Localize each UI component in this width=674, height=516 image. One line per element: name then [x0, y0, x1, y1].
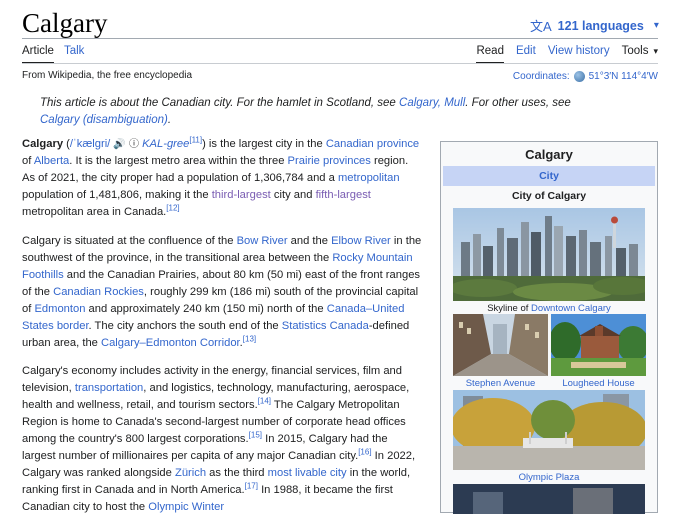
page-title: Calgary	[22, 8, 108, 38]
speaker-icon[interactable]: 🔊	[113, 139, 125, 150]
image-stephen-avenue[interactable]	[453, 314, 548, 376]
languages-button[interactable]: 文A 121 languages ▾	[530, 16, 659, 35]
article-subject: Calgary	[22, 138, 64, 150]
link-calgary-disambiguation[interactable]: Calgary (disambiguation)	[40, 114, 168, 126]
link-edmonton[interactable]: Edmonton	[34, 303, 85, 315]
link-olympic-plaza[interactable]: Olympic Plaza	[519, 472, 580, 483]
paragraph-economy: Calgary's economy includes activity in t…	[22, 365, 416, 513]
hatnote: This article is about the Canadian city.…	[40, 97, 571, 126]
ref-17[interactable]: [17]	[245, 481, 258, 490]
chevron-down-icon: ▾	[653, 20, 659, 31]
link-ipa[interactable]: /ˈkælɡri/	[70, 138, 110, 150]
tools-menu[interactable]: Tools ▾	[622, 45, 658, 64]
ref-16[interactable]: [16]	[358, 447, 371, 456]
image-olympic-plaza[interactable]	[453, 390, 645, 470]
ref-14[interactable]: [14]	[258, 396, 271, 405]
paragraph-geography: Calgary is situated at the confluence of…	[22, 235, 422, 349]
title-divider	[22, 38, 658, 39]
view-tabs: Read Edit View history Tools ▾	[476, 45, 658, 64]
coordinates: Coordinates: 51°3′N 114°4′W	[513, 71, 658, 82]
translate-icon: 文A	[530, 19, 552, 34]
link-calgary-edmonton-corridor[interactable]: Calgary–Edmonton Corridor	[101, 337, 240, 349]
coordinates-label[interactable]: Coordinates:	[513, 71, 570, 82]
paragraph-intro: Calgary (/ˈkælɡri/ 🔊 ⓘ KAL-gree[11]) is …	[22, 135, 420, 218]
link-calgary-mull[interactable]: Calgary, Mull	[399, 97, 465, 109]
link-zurich[interactable]: Zürich	[175, 467, 206, 479]
image-downtown-skyline[interactable]	[453, 208, 645, 301]
infobox-type: City	[443, 166, 655, 186]
tagline: From Wikipedia, the free encyclopedia	[22, 70, 193, 81]
link-canadian-province[interactable]: Canadian province	[326, 138, 419, 150]
link-transportation[interactable]: transportation	[75, 382, 143, 394]
tab-article[interactable]: Article	[22, 45, 54, 64]
ref-15[interactable]: [15]	[249, 430, 262, 439]
coordinates-value[interactable]: 51°3′N 114°4′W	[589, 71, 658, 82]
link-canadian-rockies[interactable]: Canadian Rockies	[53, 286, 144, 298]
link-city[interactable]: City	[539, 170, 559, 182]
link-fifth-largest[interactable]: fifth-largest	[316, 189, 371, 201]
link-downtown-calgary[interactable]: Downtown Calgary	[531, 303, 611, 314]
ref-13[interactable]: [13]	[243, 334, 256, 343]
tab-edit[interactable]: Edit	[516, 45, 536, 64]
tabs-divider	[22, 63, 658, 64]
languages-label: 121 languages	[557, 18, 644, 33]
image-lougheed-house[interactable]	[551, 314, 646, 376]
infobox-title: Calgary	[525, 147, 573, 162]
ref-12[interactable]: [12]	[166, 203, 179, 212]
ref-11[interactable]: [11]	[189, 135, 202, 144]
caption-olympic-plaza: Olympic Plaza	[443, 472, 655, 483]
caption-stephen-avenue: Stephen Avenue	[453, 378, 548, 389]
link-prairie-provinces[interactable]: Prairie provinces	[288, 155, 371, 167]
info-icon[interactable]: ⓘ	[129, 139, 139, 150]
image-next-thumbnail[interactable]	[453, 484, 645, 514]
tab-view-history[interactable]: View history	[548, 45, 610, 64]
tab-read[interactable]: Read	[476, 45, 504, 64]
link-third-largest[interactable]: third-largest	[212, 189, 271, 201]
link-pronunciation[interactable]: KAL-gree	[142, 138, 189, 150]
link-lougheed-house[interactable]: Lougheed House	[562, 378, 634, 389]
link-elbow-river[interactable]: Elbow River	[331, 235, 391, 247]
link-metropolitan[interactable]: metropolitan	[338, 172, 400, 184]
chevron-down-icon: ▾	[653, 46, 658, 56]
caption-skyline: Skyline of Downtown Calgary	[487, 303, 611, 314]
tab-talk[interactable]: Talk	[64, 45, 84, 64]
infobox-official-name: City of Calgary	[511, 190, 587, 202]
namespace-tabs: Article Talk	[22, 45, 84, 64]
link-alberta[interactable]: Alberta	[34, 155, 69, 167]
link-most-livable-city[interactable]: most livable city	[268, 467, 347, 479]
link-bow-river[interactable]: Bow River	[237, 235, 288, 247]
link-stephen-avenue[interactable]: Stephen Avenue	[466, 378, 536, 389]
infobox: Calgary City City of Calgary Skyline of …	[440, 141, 658, 514]
link-statistics-canada[interactable]: Statistics Canada	[282, 320, 369, 332]
link-olympic-winter[interactable]: Olympic Winter	[148, 501, 224, 513]
caption-lougheed-house: Lougheed House	[551, 378, 646, 389]
globe-icon	[573, 71, 585, 82]
